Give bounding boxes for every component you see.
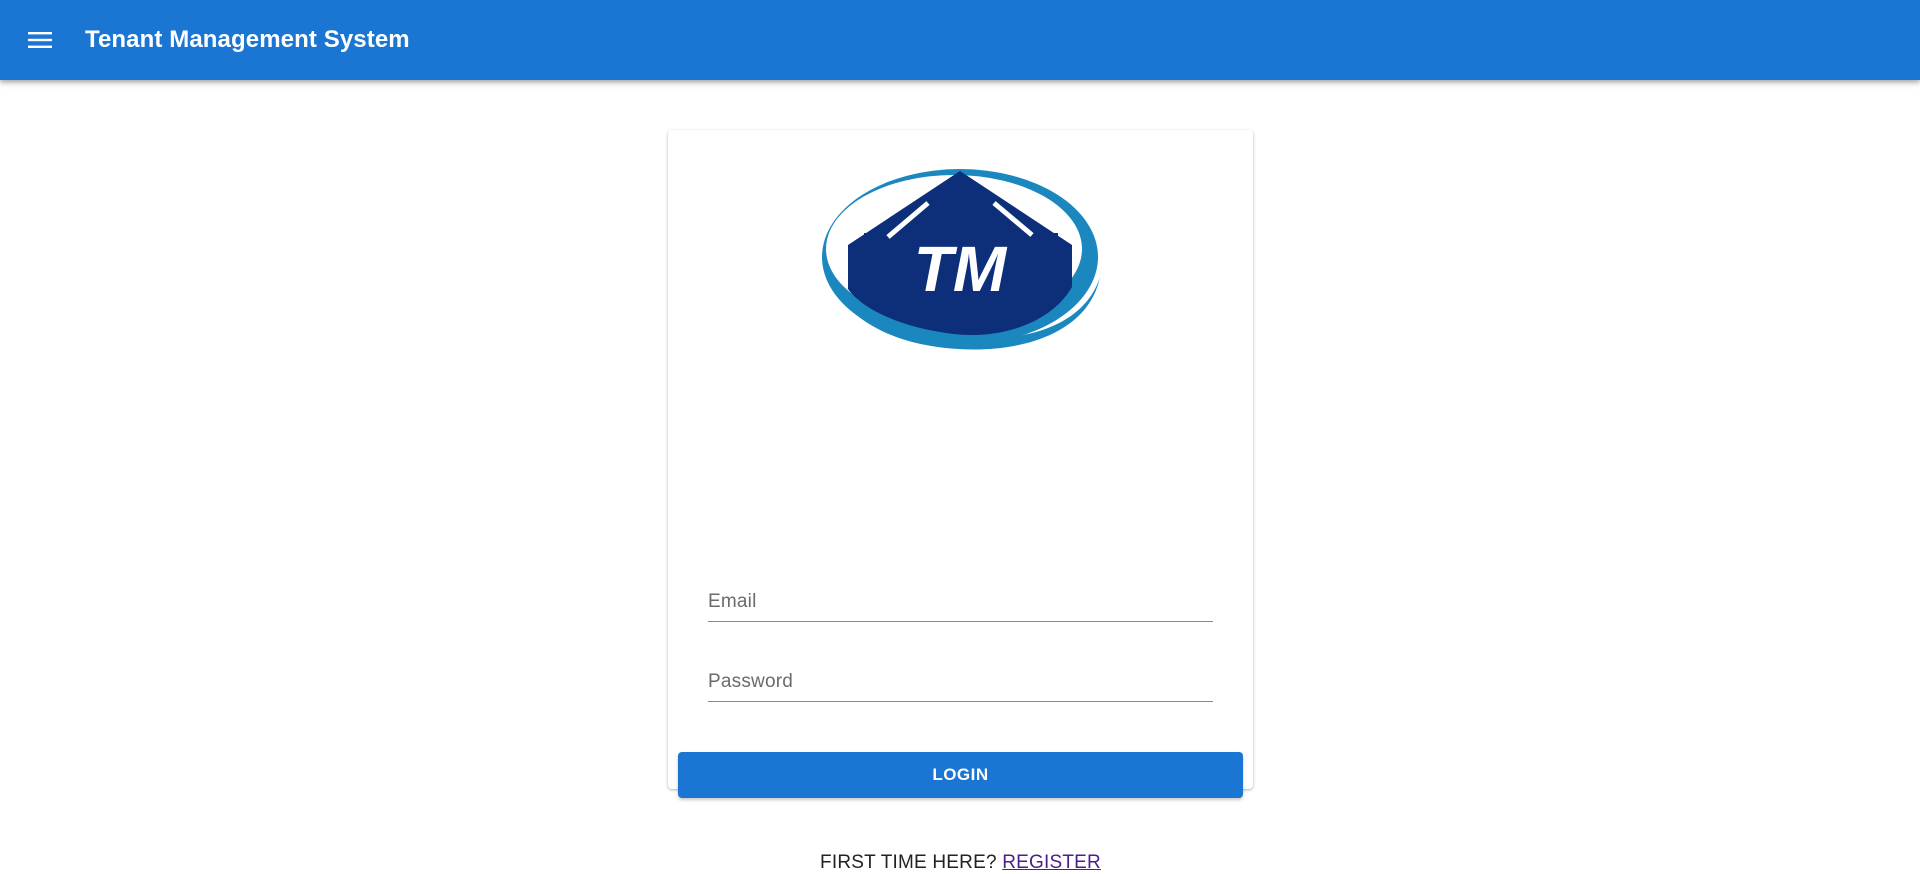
login-button[interactable]: LOGIN	[678, 752, 1243, 798]
email-input[interactable]	[708, 572, 1213, 621]
menu-button[interactable]	[20, 20, 60, 60]
password-input[interactable]	[708, 652, 1213, 701]
email-field[interactable]: Email	[708, 572, 1213, 622]
house-logo: TM	[818, 165, 1103, 350]
register-row: FIRST TIME HERE? REGISTER	[668, 852, 1253, 874]
app-title: Tenant Management System	[85, 26, 410, 53]
register-prompt: FIRST TIME HERE?	[820, 852, 997, 873]
register-link[interactable]: REGISTER	[1002, 852, 1101, 873]
logo-text: TM	[914, 233, 1008, 305]
menu-icon	[28, 32, 52, 48]
login-card: TM Email Password LOGIN FIRST TIME HERE?…	[668, 130, 1253, 873]
app-bar: Tenant Management System	[0, 0, 1920, 80]
password-field[interactable]: Password	[708, 652, 1213, 702]
